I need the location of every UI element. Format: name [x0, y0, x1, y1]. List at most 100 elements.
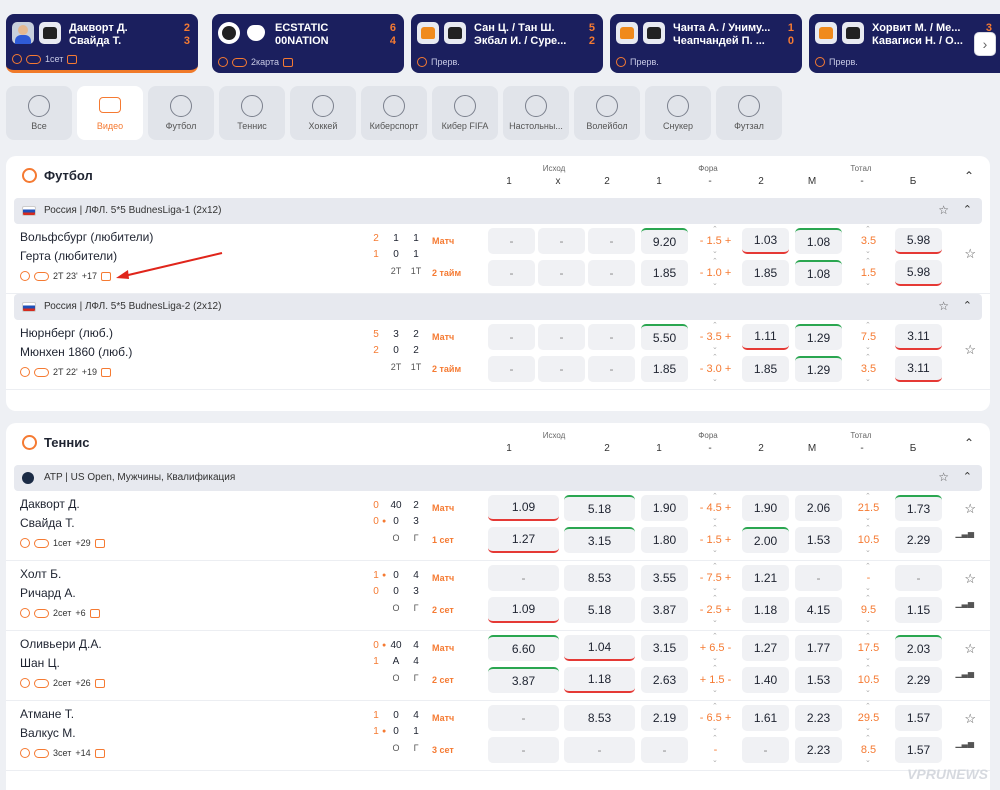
- odds-cell[interactable]: 1.08: [795, 228, 842, 254]
- favorite-star-icon[interactable]: ☆: [964, 641, 976, 657]
- odds-cell[interactable]: 1.27: [488, 527, 559, 553]
- odds-cell[interactable]: 2.23: [795, 737, 842, 763]
- collapse-chevron-icon[interactable]: ⌃: [963, 203, 972, 216]
- favorite-star-icon[interactable]: ☆: [964, 571, 976, 587]
- event-row[interactable]: Дакворт Д. Свайда Т. 1сет +29 0 0 40 0 О 2 3 Г ● Матч…: [6, 491, 990, 561]
- odds-cell[interactable]: 2.63: [641, 667, 688, 693]
- favorite-star-icon[interactable]: ☆: [964, 246, 976, 262]
- odds-cell[interactable]: 1.21: [742, 565, 789, 591]
- odds-cell[interactable]: 1.53: [795, 527, 842, 553]
- more-markets-count[interactable]: +29: [75, 538, 90, 548]
- live-match-card[interactable]: ECSTATIC 00NATION 64 2карта: [212, 14, 404, 73]
- total-line[interactable]: ⌃ 21.5 ⌄: [845, 493, 892, 522]
- handicap-line[interactable]: ⌃ - 3.0 + ⌄: [692, 354, 739, 383]
- odds-cell[interactable]: 1.08: [795, 260, 842, 286]
- event-row[interactable]: Оливьери Д.А. Шан Ц. 2сет +26 0 1 40 А О 4 4 Г ● Матч…: [6, 631, 990, 701]
- odds-cell[interactable]: 1.29: [795, 356, 842, 382]
- odds-cell[interactable]: 5.18: [564, 597, 635, 623]
- team2-name[interactable]: Герта (любители): [20, 249, 117, 263]
- live-match-card[interactable]: Чанта А. / Униму... Чеапчандей П. ... 10 …: [610, 14, 802, 73]
- odds-cell[interactable]: 2.29: [895, 527, 942, 553]
- stats-bars-icon[interactable]: ▁▃▅: [956, 739, 974, 748]
- handicap-line[interactable]: ⌃ - 7.5 + ⌄: [692, 563, 739, 592]
- sport-filter-0[interactable]: Все: [6, 86, 72, 140]
- odds-cell[interactable]: 3.87: [641, 597, 688, 623]
- more-markets-count[interactable]: +19: [82, 367, 97, 377]
- odds-cell[interactable]: 2.19: [641, 705, 688, 731]
- total-line[interactable]: ⌃ 3.5 ⌄: [845, 226, 892, 255]
- handicap-line[interactable]: ⌃ - 3.5 + ⌄: [692, 322, 739, 351]
- odds-cell[interactable]: 3.11: [895, 356, 942, 382]
- odds-cell[interactable]: 1.40: [742, 667, 789, 693]
- favorite-star-icon[interactable]: ☆: [964, 501, 976, 517]
- odds-cell[interactable]: 1.57: [895, 705, 942, 731]
- total-line[interactable]: ⌃ 9.5 ⌄: [845, 595, 892, 624]
- team1-name[interactable]: Дакворт Д.: [20, 497, 80, 511]
- sport-filter-4[interactable]: Хоккей: [290, 86, 356, 140]
- odds-cell[interactable]: 1.18: [564, 667, 635, 693]
- odds-cell[interactable]: 9.20: [641, 228, 688, 254]
- team1-name[interactable]: Нюрнберг (люб.): [20, 326, 113, 340]
- event-row[interactable]: Холт Б. Ричард А. 2сет +6 1 0 0 0 О 4 3 Г ● Матч -8.53…: [6, 561, 990, 631]
- collapse-chevron-icon[interactable]: ⌃: [963, 470, 972, 483]
- favorite-star-icon[interactable]: ☆: [938, 203, 949, 217]
- handicap-line[interactable]: ⌃ - 1.5 + ⌄: [692, 226, 739, 255]
- total-line[interactable]: ⌃ - ⌄: [845, 563, 892, 592]
- favorite-star-icon[interactable]: ☆: [938, 299, 949, 313]
- stats-bars-icon[interactable]: ▁▃▅: [956, 529, 974, 538]
- handicap-line[interactable]: ⌃ - ⌄: [692, 735, 739, 764]
- handicap-line[interactable]: ⌃ - 1.5 + ⌄: [692, 525, 739, 554]
- scroll-right-button[interactable]: ›: [974, 32, 996, 56]
- more-markets-count[interactable]: +17: [82, 271, 97, 281]
- favorite-star-icon[interactable]: ☆: [964, 711, 976, 727]
- odds-cell[interactable]: 2.23: [795, 705, 842, 731]
- team1-name[interactable]: Вольфсбург (любители): [20, 230, 153, 244]
- collapse-chevron-icon[interactable]: ⌃: [964, 169, 974, 183]
- more-markets-count[interactable]: +14: [75, 748, 90, 758]
- sport-filter-1[interactable]: Видео: [77, 86, 143, 140]
- team1-name[interactable]: Холт Б.: [20, 567, 61, 581]
- total-line[interactable]: ⌃ 3.5 ⌄: [845, 354, 892, 383]
- odds-cell[interactable]: 4.15: [795, 597, 842, 623]
- odds-cell[interactable]: 1.90: [742, 495, 789, 521]
- sport-filter-6[interactable]: Кибер FIFA: [432, 86, 498, 140]
- odds-cell[interactable]: 5.18: [564, 495, 635, 521]
- collapse-chevron-icon[interactable]: ⌃: [964, 436, 974, 450]
- more-markets-count[interactable]: +26: [75, 678, 90, 688]
- odds-cell[interactable]: 2.06: [795, 495, 842, 521]
- odds-cell[interactable]: 3.15: [641, 635, 688, 661]
- team1-name[interactable]: Атмане Т.: [20, 707, 74, 721]
- odds-cell[interactable]: 3.87: [488, 667, 559, 693]
- handicap-line[interactable]: ⌃ + 6.5 - ⌄: [692, 633, 739, 662]
- odds-cell[interactable]: 1.85: [742, 356, 789, 382]
- total-line[interactable]: ⌃ 29.5 ⌄: [845, 703, 892, 732]
- collapse-chevron-icon[interactable]: ⌃: [963, 299, 972, 312]
- total-line[interactable]: ⌃ 10.5 ⌄: [845, 665, 892, 694]
- odds-cell[interactable]: 1.77: [795, 635, 842, 661]
- odds-cell[interactable]: 3.55: [641, 565, 688, 591]
- odds-cell[interactable]: 6.60: [488, 635, 559, 661]
- event-row[interactable]: Атмане Т. Валкус М. 3сет +14 1 1 0 0 О 4 1 Г ● Матч -8…: [6, 701, 990, 771]
- odds-cell[interactable]: 1.85: [742, 260, 789, 286]
- league-header[interactable]: Россия | ЛФЛ. 5*5 BudnesLiga-1 (2x12) ☆ ⌃: [14, 198, 982, 224]
- sport-filter-10[interactable]: Футзал: [716, 86, 782, 140]
- team1-name[interactable]: Оливьери Д.А.: [20, 637, 102, 651]
- odds-cell[interactable]: 1.73: [895, 495, 942, 521]
- event-row[interactable]: Нюрнберг (люб.) Мюнхен 1860 (люб.) 2Т 22' +…: [6, 320, 990, 390]
- team2-name[interactable]: Шан Ц.: [20, 656, 60, 670]
- league-header[interactable]: ATP | US Open, Мужчины, Квалификация ☆ ⌃: [14, 465, 982, 491]
- total-line[interactable]: ⌃ 8.5 ⌄: [845, 735, 892, 764]
- more-markets-count[interactable]: +6: [75, 608, 85, 618]
- odds-cell[interactable]: 1.09: [488, 597, 559, 623]
- odds-cell[interactable]: 1.15: [895, 597, 942, 623]
- favorite-star-icon[interactable]: ☆: [964, 342, 976, 358]
- odds-cell[interactable]: 1.11: [742, 324, 789, 350]
- live-match-card[interactable]: Сан Ц. / Тан Ш. Экбал И. / Суре... 52 Пре…: [411, 14, 603, 73]
- odds-cell[interactable]: 1.90: [641, 495, 688, 521]
- handicap-line[interactable]: ⌃ - 2.5 + ⌄: [692, 595, 739, 624]
- live-match-card[interactable]: Хорвит М. / Ме... Кавагиси Н. / О... 3 Пр…: [809, 14, 1000, 73]
- odds-cell[interactable]: 5.98: [895, 228, 942, 254]
- total-line[interactable]: ⌃ 17.5 ⌄: [845, 633, 892, 662]
- team2-name[interactable]: Свайда Т.: [20, 516, 75, 530]
- handicap-line[interactable]: ⌃ - 1.0 + ⌄: [692, 258, 739, 287]
